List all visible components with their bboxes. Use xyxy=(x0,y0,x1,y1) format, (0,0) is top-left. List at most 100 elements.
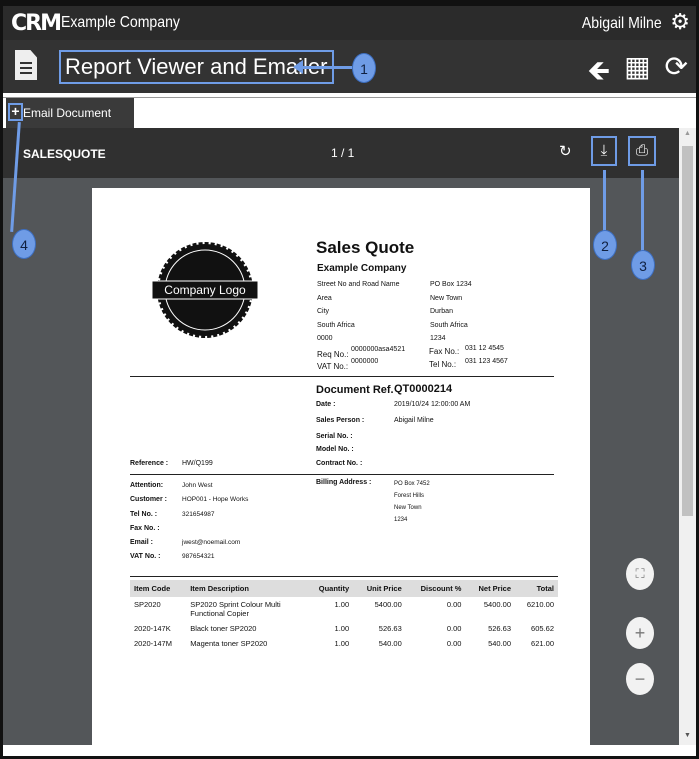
scrollbar-thumb[interactable] xyxy=(682,146,693,516)
addr-line: South Africa xyxy=(317,321,355,329)
user-name[interactable]: Abigail Milne xyxy=(582,15,662,33)
tab-email-document[interactable]: + Email Document xyxy=(6,98,134,129)
company-name: Example Company xyxy=(61,14,180,31)
fit-page-button[interactable]: ⛶ xyxy=(626,558,654,590)
building-icon[interactable]: ▦ xyxy=(624,50,650,98)
table-cell: 0.00 xyxy=(446,600,462,609)
vat-label: VAT No.: xyxy=(317,362,349,371)
divider xyxy=(130,576,558,577)
company-address: Street No and Road Name Area City South Afr… xyxy=(317,278,400,346)
column-header: Item Code xyxy=(130,580,187,597)
table-row: 2020-147M Magenta toner SP2020 1.00 540.00 0… xyxy=(130,636,558,651)
contract-label: Contract No. : xyxy=(316,460,363,467)
vat-value: 0000000 xyxy=(351,358,379,365)
customer-values: John West HOP001 - Hope Works 321654987 jw… xyxy=(182,479,248,565)
gear-icon[interactable]: ⚙ xyxy=(670,9,690,35)
refresh-icon[interactable]: ⟳ xyxy=(665,50,688,98)
company-logo: Company Logo xyxy=(151,242,259,338)
table-cell: 0.00 xyxy=(446,639,462,648)
table-cell: 621.00 xyxy=(531,639,554,648)
annotation-3: 3 xyxy=(631,250,655,280)
page-indicator: 1 / 1 xyxy=(331,146,355,160)
table-cell: Black toner SP2020 xyxy=(190,624,257,633)
back-arrow-icon[interactable]: 🡸 xyxy=(587,50,610,98)
annotation-1: 1 xyxy=(352,53,376,83)
table-cell: 2020-147M xyxy=(134,639,172,648)
annotation-arrow xyxy=(603,170,606,232)
items-table: Item Code Item Description Quantity Unit Pr… xyxy=(130,580,558,651)
model-label: Model No. : xyxy=(316,446,354,453)
table-cell: 1.00 xyxy=(334,600,350,609)
top-bar: CRM Example Company Abigail Milne ⚙ xyxy=(3,6,696,40)
customer-labels: Attention: Customer : Tel No. : Fax No. : Em… xyxy=(130,479,167,565)
table-cell: 526.63 xyxy=(378,624,402,633)
tab-row: + Email Document xyxy=(3,97,696,129)
customer-tel-label: Tel No. : xyxy=(130,510,158,518)
fax-value: 031 12 4545 xyxy=(465,345,504,352)
column-header: Unit Price xyxy=(353,580,406,597)
column-header: Discount % xyxy=(405,580,466,597)
annotation-arrow xyxy=(641,170,644,252)
scrollbar[interactable]: ▲ ▼ xyxy=(679,128,696,745)
table-cell: SP2020 Sprint Colour Multi Functional Co… xyxy=(190,600,281,618)
customer-tel-value: 321654987 xyxy=(182,510,215,518)
divider xyxy=(130,474,554,475)
tel-label: Tel No.: xyxy=(429,360,457,369)
plus-icon[interactable]: + xyxy=(8,103,23,121)
email-label: Email : xyxy=(130,539,153,547)
column-header: Item Description xyxy=(186,580,307,597)
customer-label: Customer : xyxy=(130,496,167,504)
scroll-down-icon[interactable]: ▼ xyxy=(684,732,691,739)
billing-label: Billing Address : xyxy=(316,479,372,486)
zoom-in-button[interactable]: + xyxy=(626,617,654,649)
table-cell: 1.00 xyxy=(334,624,350,633)
table-row: SP2020 SP2020 Sprint Colour Multi Functio… xyxy=(130,597,558,621)
date-value: 2019/10/24 12:00:00 AM xyxy=(394,401,471,408)
tab-label: Email Document xyxy=(23,106,112,120)
docref-label: Document Ref. xyxy=(316,384,394,396)
date-label: Date : xyxy=(316,401,336,408)
table-cell: Magenta toner SP2020 xyxy=(190,639,268,648)
addr-line: 1234 xyxy=(430,335,446,342)
table-cell: 0.00 xyxy=(446,624,462,633)
addr-line: 1234 xyxy=(394,517,408,523)
addr-line: Forest Hills xyxy=(394,493,425,499)
print-button[interactable]: ⎙ xyxy=(628,136,656,166)
column-header: Net Price xyxy=(465,580,516,597)
document-viewer: Company Logo Sales Quote Example Company… xyxy=(3,178,679,745)
customer-vat-value: 987654321 xyxy=(182,553,215,561)
serial-label: Serial No. : xyxy=(316,433,353,440)
customer-vat-label: VAT No. : xyxy=(130,553,161,561)
table-cell: 526.63 xyxy=(488,624,512,633)
email-value: jwest@noemail.com xyxy=(182,539,241,547)
annotation-4: 4 xyxy=(12,229,36,259)
addr-line: Area xyxy=(317,294,332,302)
annotation-arrow xyxy=(300,66,352,69)
svg-text:Company Logo: Company Logo xyxy=(164,283,246,297)
addr-line: New Town xyxy=(394,505,422,511)
annotation-2: 2 xyxy=(593,230,617,260)
rotate-icon[interactable]: ↻ xyxy=(559,142,572,160)
addr-line: Street No and Road Name xyxy=(317,281,400,288)
column-header: Quantity xyxy=(306,580,354,597)
reference-value: HW/Q199 xyxy=(182,460,213,467)
report-name: SALESQUOTE xyxy=(23,147,106,161)
docref-value: QT0000214 xyxy=(394,383,453,395)
fax-label: Fax No.: xyxy=(429,347,460,356)
attention-label: Attention: xyxy=(130,482,164,489)
download-button[interactable]: ⤓ xyxy=(591,136,617,166)
crm-logo: CRM xyxy=(11,11,62,36)
addr-line: Durban xyxy=(430,308,453,315)
table-cell: 2020-147K xyxy=(134,624,171,633)
req-value: 0000000asa4521 xyxy=(351,346,406,353)
scroll-up-icon[interactable]: ▲ xyxy=(684,130,691,137)
req-label: Req No.: xyxy=(317,350,349,359)
doc-company: Example Company xyxy=(317,263,407,274)
tel-value: 031 123 4567 xyxy=(465,358,508,365)
attention-value: John West xyxy=(182,482,213,489)
addr-line: 0000 xyxy=(317,335,333,342)
postal-address: PO Box 1234 New Town Durban South Africa 123… xyxy=(430,278,472,346)
column-header: Total xyxy=(515,580,558,597)
table-cell: 6210.00 xyxy=(526,600,554,609)
zoom-out-button[interactable]: − xyxy=(626,663,654,695)
